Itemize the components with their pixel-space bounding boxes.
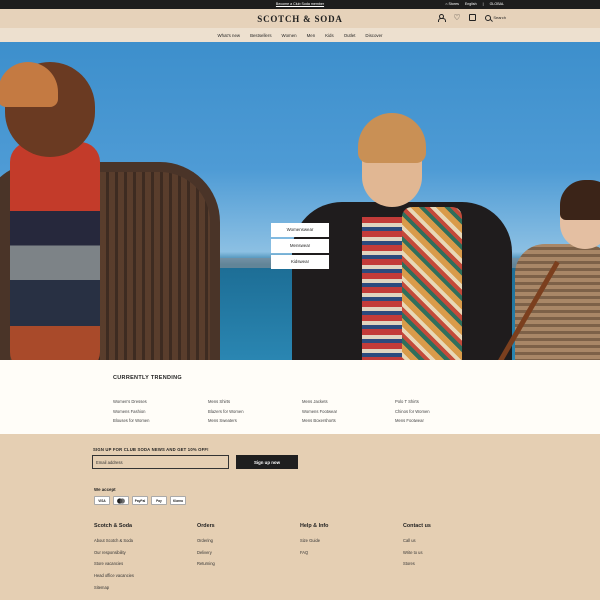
- header-actions: ♡ Search: [437, 14, 506, 22]
- footer-columns: Scotch & Soda About Scotch & Soda Our re…: [94, 523, 483, 596]
- promo-bar: Become a Club Soda member Check your shi…: [0, 0, 600, 81]
- footer-col-help: Help & Info Size Guide FAQ: [300, 523, 403, 596]
- promo-messages: Become a Club Soda member Check your shi…: [0, 2, 600, 81]
- trending-link[interactable]: Mens Shirts: [208, 399, 302, 404]
- site-header: SCOTCH & SODA ♡ Search: [0, 9, 600, 28]
- hero-banner: Womenswear Menswear Kidswear: [0, 42, 600, 360]
- footer-link[interactable]: Our responsibility: [94, 550, 197, 555]
- kidswear-button[interactable]: Kidswear: [271, 255, 329, 269]
- newsletter-title: SIGN UP FOR CLUB SODA NEWS AND GET 10% O…: [93, 447, 209, 452]
- logo[interactable]: SCOTCH & SODA: [0, 14, 600, 24]
- search-icon: [485, 14, 492, 21]
- nav-item-women[interactable]: Women: [282, 33, 297, 38]
- footer-link[interactable]: Size Guide: [300, 538, 403, 543]
- footer-link[interactable]: Delivery: [197, 550, 300, 555]
- payment-methods: VISA PayPal Pay Klarna: [94, 496, 186, 505]
- trending-link[interactable]: Mens Footwear: [395, 418, 475, 423]
- trending-links: Women's Dresses Mens Shirts Mens Jackets…: [113, 399, 475, 423]
- payments-title: We accept: [94, 487, 116, 492]
- footer-link[interactable]: Call us: [403, 538, 483, 543]
- club-soda-link[interactable]: Become a Club Soda member: [276, 2, 324, 6]
- trending-section: CURRENTLY TRENDING Women's Dresses Mens …: [0, 360, 600, 434]
- paypal-icon: PayPal: [132, 496, 148, 505]
- footer-link[interactable]: Head office vacancies: [94, 573, 197, 578]
- apple-pay-icon: Pay: [151, 496, 167, 505]
- nav-item-outlet[interactable]: Outlet: [344, 33, 356, 38]
- footer-link[interactable]: Ordering: [197, 538, 300, 543]
- nav-item-discover[interactable]: Discover: [365, 33, 382, 38]
- footer-link[interactable]: Store vacancies: [94, 561, 197, 566]
- heart-icon[interactable]: ♡: [453, 14, 460, 22]
- klarna-icon: Klarna: [170, 496, 186, 505]
- womenswear-button[interactable]: Womenswear: [271, 223, 329, 237]
- footer-col-title: Help & Info: [300, 523, 329, 529]
- search-label: Search: [493, 15, 506, 20]
- footer-link[interactable]: Returning: [197, 561, 300, 566]
- footer-link[interactable]: Write to us: [403, 550, 483, 555]
- footer-col-title: Contact us: [403, 523, 431, 529]
- util-separator: |: [482, 2, 484, 6]
- site-footer: SIGN UP FOR CLUB SODA NEWS AND GET 10% O…: [0, 434, 600, 600]
- footer-link[interactable]: Sitemap: [94, 585, 197, 590]
- trending-link[interactable]: Mens Jackets: [302, 399, 395, 404]
- footer-col-title: Scotch & Soda: [94, 523, 133, 529]
- footer-col-contact: Contact us Call us Write to us Stores: [403, 523, 483, 596]
- footer-col-title: Orders: [197, 523, 215, 529]
- footer-link[interactable]: FAQ: [300, 550, 403, 555]
- mastercard-icon: [113, 496, 129, 505]
- nav-item-bestsellers[interactable]: Bestsellers: [250, 33, 271, 38]
- trending-link[interactable]: Mens Boxershorts: [302, 418, 395, 423]
- trending-link[interactable]: Chinos for Women: [395, 409, 475, 414]
- trending-link[interactable]: Blazers for Women: [208, 409, 302, 414]
- main-nav: What's new Bestsellers Women Men Kids Ou…: [0, 28, 600, 42]
- utility-links: ⌂ Stores English | GLOBAL: [445, 2, 504, 6]
- footer-link[interactable]: About Scotch & Soda: [94, 538, 197, 543]
- hero-model-left: [0, 62, 235, 360]
- hero-category-links: Womenswear Menswear Kidswear: [271, 223, 329, 269]
- trending-title: CURRENTLY TRENDING: [113, 375, 182, 381]
- language-selector[interactable]: English: [465, 2, 477, 6]
- search-button[interactable]: Search: [485, 14, 506, 21]
- trending-link[interactable]: Womens Footwear: [302, 409, 395, 414]
- nav-item-whats-new[interactable]: What's new: [218, 33, 241, 38]
- apple-pay-label: Pay: [156, 498, 162, 503]
- email-field[interactable]: [92, 455, 229, 469]
- menswear-button[interactable]: Menswear: [271, 239, 329, 253]
- trending-link[interactable]: Womens Fashion: [113, 409, 208, 414]
- visa-icon: VISA: [94, 496, 110, 505]
- user-icon[interactable]: [437, 14, 446, 22]
- footer-col-orders: Orders Ordering Delivery Returning: [197, 523, 300, 596]
- stores-label: Stores: [448, 2, 459, 6]
- nav-item-men[interactable]: Men: [307, 33, 316, 38]
- trending-link[interactable]: Women's Dresses: [113, 399, 208, 404]
- trending-link[interactable]: Mens Sweaters: [208, 418, 302, 423]
- trending-link[interactable]: Polo T Shirts: [395, 399, 475, 404]
- bag-icon[interactable]: [469, 14, 477, 21]
- signup-button[interactable]: Sign up now: [236, 455, 298, 469]
- nav-item-kids[interactable]: Kids: [325, 33, 334, 38]
- region-selector[interactable]: GLOBAL: [490, 2, 504, 6]
- stores-link[interactable]: ⌂ Stores: [445, 2, 459, 6]
- footer-col-brand: Scotch & Soda About Scotch & Soda Our re…: [94, 523, 197, 596]
- trending-link[interactable]: Blouses for Women: [113, 418, 208, 423]
- footer-link[interactable]: Stores: [403, 561, 483, 566]
- hero-model-right: [495, 180, 600, 360]
